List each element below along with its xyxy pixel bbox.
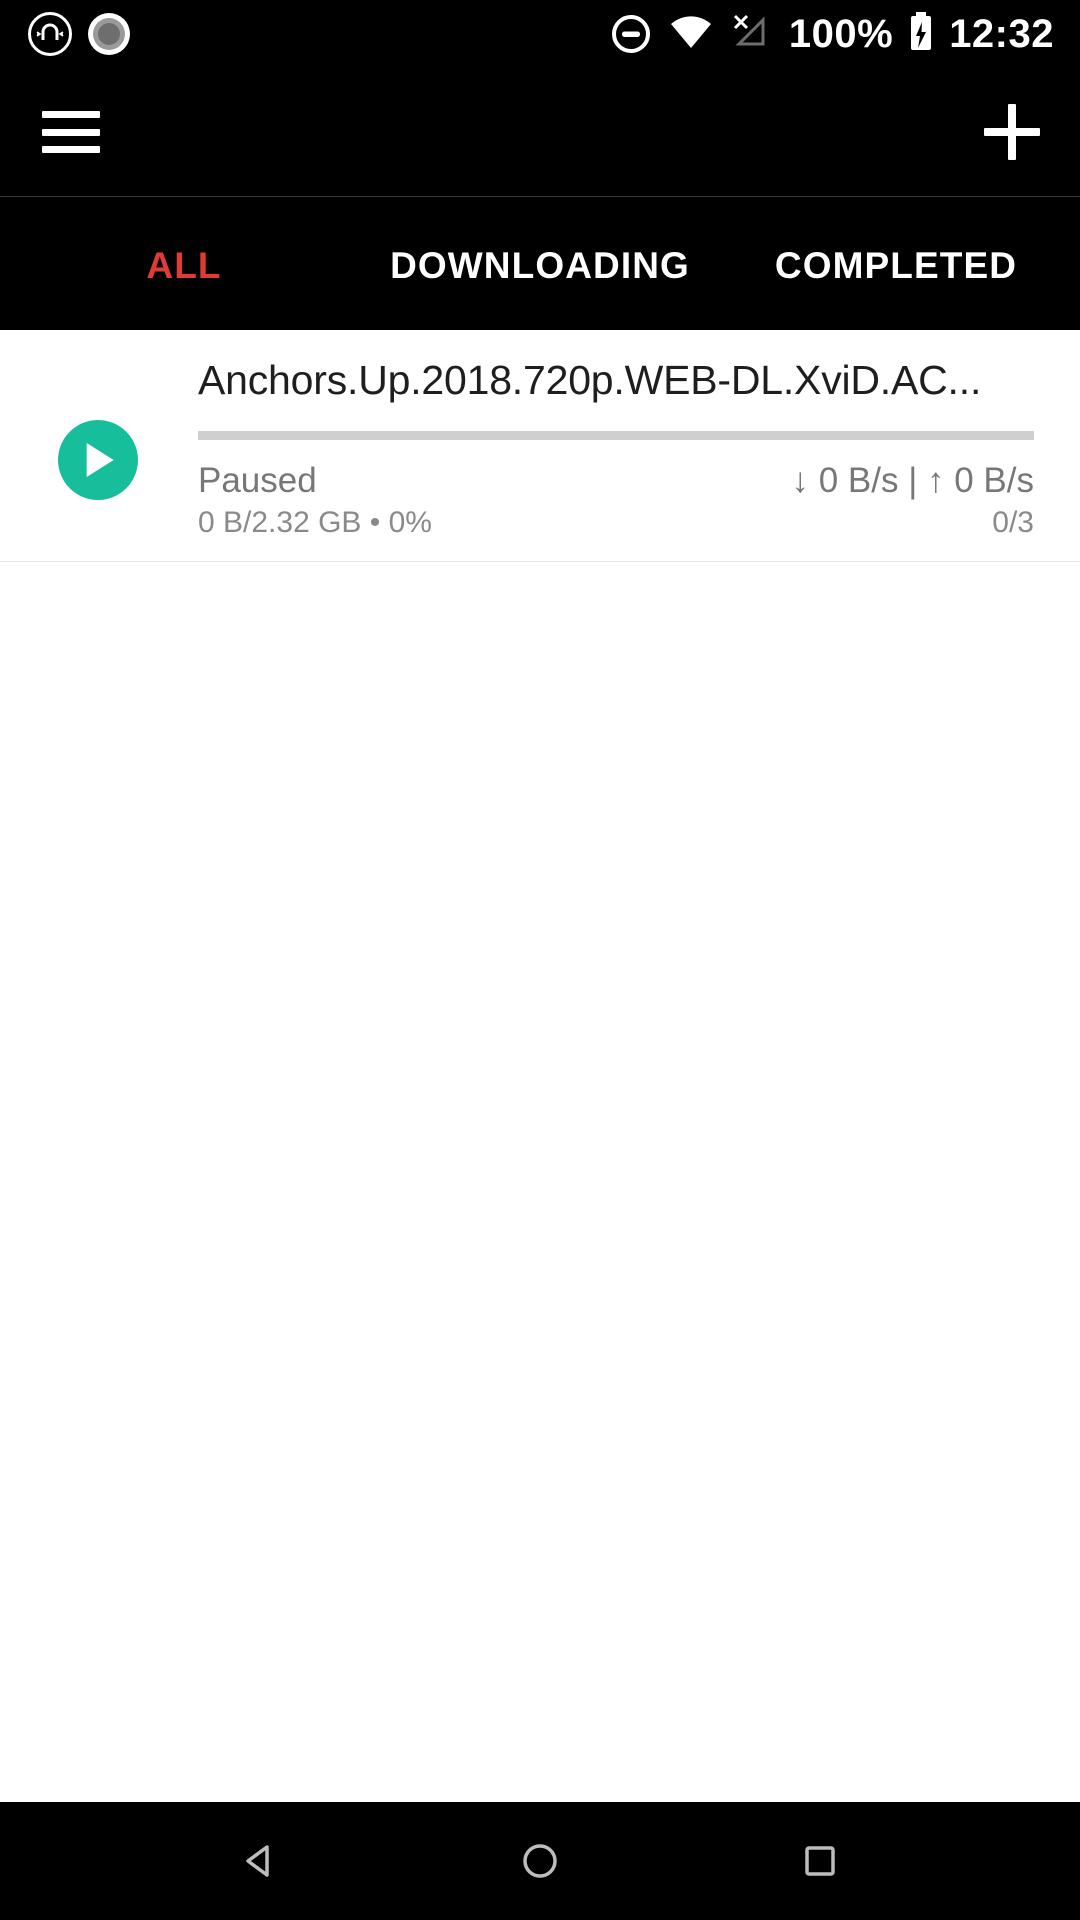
back-triangle-icon[interactable]: [215, 1816, 305, 1906]
download-peers: 0/3: [992, 506, 1034, 540]
cellular-no-sim-icon: [729, 10, 775, 59]
battery-charging-icon: [907, 10, 935, 59]
download-action-wrap: [58, 358, 198, 500]
download-meta-left: Paused 0 B/2.32 GB • 0%: [198, 460, 432, 540]
download-size-progress: 0 B/2.32 GB • 0%: [198, 506, 432, 540]
magnet-circle-icon: [28, 12, 72, 56]
screen-record-icon: [88, 13, 130, 55]
app-screen: 100% 12:32 ALL DOWNLOADING COMPLETED Anc…: [0, 0, 1080, 1920]
home-circle-icon[interactable]: [495, 1816, 585, 1906]
download-list: Anchors.Up.2018.720p.WEB-DL.XviD.AC... P…: [0, 330, 1080, 1802]
hamburger-menu-icon[interactable]: [42, 111, 100, 153]
status-bar-right-icons: 100% 12:32: [609, 10, 1054, 59]
tab-all[interactable]: ALL: [6, 243, 362, 284]
download-title: Anchors.Up.2018.720p.WEB-DL.XviD.AC...: [198, 358, 982, 403]
recents-square-icon[interactable]: [775, 1816, 865, 1906]
system-nav-bar: [0, 1802, 1080, 1920]
tab-completed[interactable]: COMPLETED: [718, 243, 1074, 284]
download-list-item[interactable]: Anchors.Up.2018.720p.WEB-DL.XviD.AC... P…: [0, 330, 1080, 563]
play-resume-icon[interactable]: [58, 420, 138, 500]
plus-add-icon[interactable]: [984, 104, 1040, 160]
wifi-full-icon: [667, 10, 715, 59]
download-speeds: ↓ 0 B/s | ↑ 0 B/s: [791, 460, 1034, 500]
app-bar: [0, 68, 1080, 196]
download-meta-row: Paused 0 B/2.32 GB • 0% ↓ 0 B/s | ↑ 0 B/…: [198, 460, 1034, 540]
do-not-disturb-icon: [609, 12, 653, 56]
tab-downloading[interactable]: DOWNLOADING: [362, 243, 718, 284]
status-bar-left-icons: [28, 12, 130, 56]
status-bar: 100% 12:32: [0, 0, 1080, 68]
download-item-body: Anchors.Up.2018.720p.WEB-DL.XviD.AC... P…: [198, 358, 1036, 539]
download-status: Paused: [198, 460, 317, 500]
battery-percent-label: 100%: [788, 12, 894, 56]
download-progress-bar: [198, 430, 1034, 440]
tab-bar: ALL DOWNLOADING COMPLETED: [0, 196, 1080, 330]
download-meta-right: ↓ 0 B/s | ↑ 0 B/s 0/3: [791, 460, 1034, 540]
status-bar-clock: 12:32: [949, 12, 1054, 56]
